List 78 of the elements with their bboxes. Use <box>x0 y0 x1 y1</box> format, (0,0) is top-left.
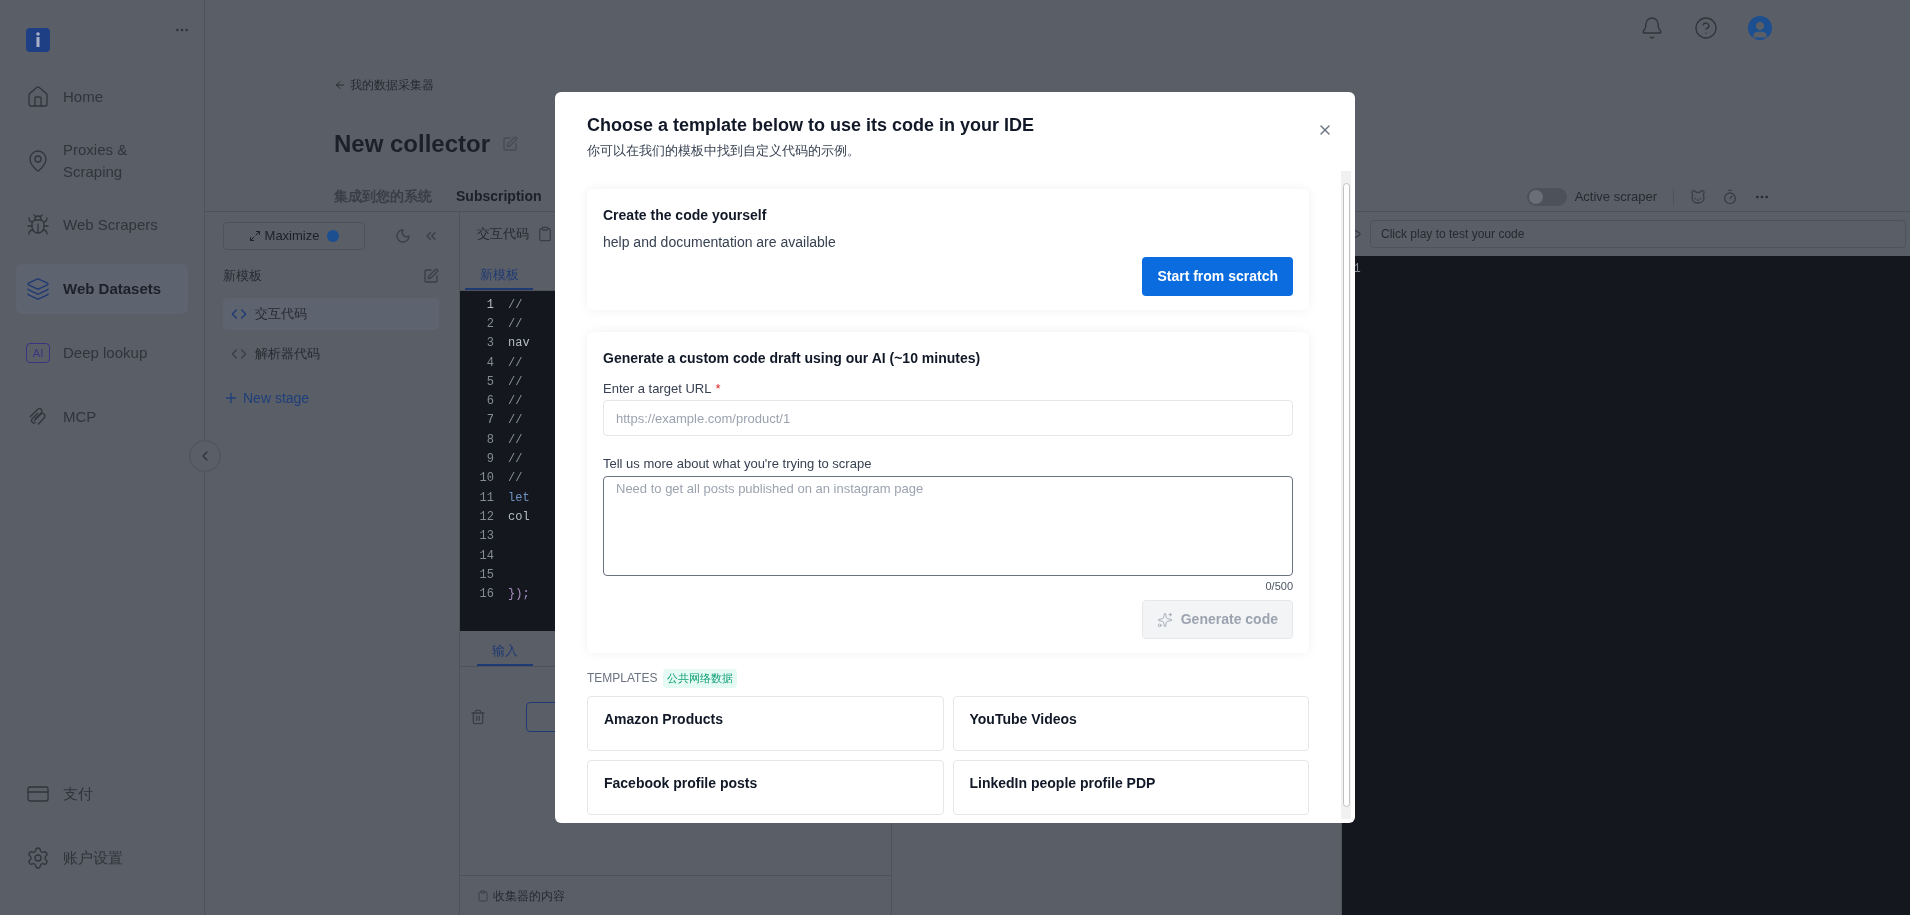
home-icon <box>26 85 50 109</box>
edit-icon[interactable] <box>423 267 439 284</box>
toggle-switch[interactable] <box>1526 187 1567 206</box>
url-field[interactable]: https://example.com/product/1 <box>603 400 1293 436</box>
line-number: 8 <box>485 431 494 449</box>
template-card[interactable]: Facebook profile posts <box>587 759 944 815</box>
category-tag: 公共网络数据 <box>663 669 738 688</box>
field-label: Tell us more about what you're trying to scrape <box>603 455 872 473</box>
clipboard-icon[interactable] <box>537 226 553 242</box>
maximize-button[interactable]: Maximize <box>223 222 365 250</box>
location-pin-icon <box>26 149 50 173</box>
line-number: 14 <box>478 547 494 565</box>
cat-icon[interactable] <box>1690 188 1706 205</box>
code-line: col <box>508 508 530 526</box>
line-number: 1 <box>485 296 494 314</box>
line-number: 11 <box>478 489 494 507</box>
settings-icon <box>26 846 50 870</box>
code-line: nav <box>508 335 530 353</box>
line-number: 3 <box>485 335 494 353</box>
timer-icon[interactable] <box>1722 188 1738 205</box>
clipboard-icon <box>477 889 489 902</box>
arrow-left-icon <box>334 79 346 91</box>
moon-icon[interactable] <box>395 228 411 244</box>
line-number: 4 <box>485 354 494 372</box>
required-mark: * <box>715 379 721 398</box>
line-number: 10 <box>478 470 494 488</box>
code-line: // <box>508 451 523 468</box>
code-line: // <box>508 373 523 391</box>
line-number: 12 <box>478 508 494 526</box>
code-line: // <box>508 431 523 449</box>
help-icon[interactable] <box>1694 16 1718 40</box>
character-counter: 0/500 <box>1265 578 1293 594</box>
layers-icon <box>26 277 50 301</box>
description-field[interactable]: Need to get all posts published on an instagram page <box>603 475 1293 576</box>
line-number: 15 <box>478 566 494 584</box>
user-icon <box>1750 20 1770 40</box>
dialog-subtitle: 你可以在我们的模板中找到自定义代码的示例。 <box>587 142 860 160</box>
plus-icon <box>223 390 239 406</box>
nav-item[interactable]: Web Datasets <box>16 264 188 314</box>
code-line: // <box>508 354 523 372</box>
template-card[interactable]: YouTube Videos <box>952 695 1309 751</box>
generate-code-button: Generate code <box>1141 600 1293 639</box>
code-line: // <box>508 393 523 411</box>
code-line: }); <box>508 586 530 604</box>
new-stage-button[interactable]: New stage <box>223 387 310 409</box>
field-label: Enter a target URL <box>603 379 712 398</box>
template-card[interactable]: Amazon Products <box>587 695 944 751</box>
start-from-scratch-button[interactable]: Start from scratch <box>1142 256 1293 296</box>
card-title: Generate a custom code draft using our AI (~10 minutes) <box>603 348 982 368</box>
collapse-button[interactable] <box>189 440 221 472</box>
code-line: // <box>508 315 523 333</box>
bell-icon[interactable] <box>1640 16 1664 40</box>
code-line: // <box>508 470 523 488</box>
card-text: help and documentation are available <box>603 232 837 252</box>
code-line: // <box>508 296 523 314</box>
stage-item[interactable]: 交互代码 <box>223 297 439 330</box>
line-number: 2 <box>485 315 494 333</box>
code-line: let <box>508 489 530 507</box>
page-tab[interactable]: Subscription <box>456 186 542 207</box>
trash-icon[interactable] <box>470 709 486 725</box>
line-number: 9 <box>485 451 494 468</box>
line-number: 13 <box>478 528 494 546</box>
line-number: 16 <box>478 586 494 604</box>
sparkle-icon <box>1156 611 1173 628</box>
code-line: // <box>508 412 523 430</box>
logo[interactable] <box>26 28 50 52</box>
scrollbar-thumb[interactable] <box>1342 182 1350 807</box>
line-number: 6 <box>485 393 494 411</box>
section-label: TEMPLATES <box>587 670 658 688</box>
line-number: 7 <box>485 412 494 430</box>
bug-icon <box>26 213 50 237</box>
template-card[interactable]: LinkedIn people profile PDP <box>952 759 1309 815</box>
expand-icon <box>248 230 261 242</box>
dialog-title: Choose a template below to use its code in your IDE <box>587 114 1035 137</box>
card-title: Create the code yourself <box>603 205 768 225</box>
avatar[interactable] <box>1748 16 1772 40</box>
line-number: 5 <box>485 373 494 391</box>
page-title: New collector <box>334 129 491 159</box>
